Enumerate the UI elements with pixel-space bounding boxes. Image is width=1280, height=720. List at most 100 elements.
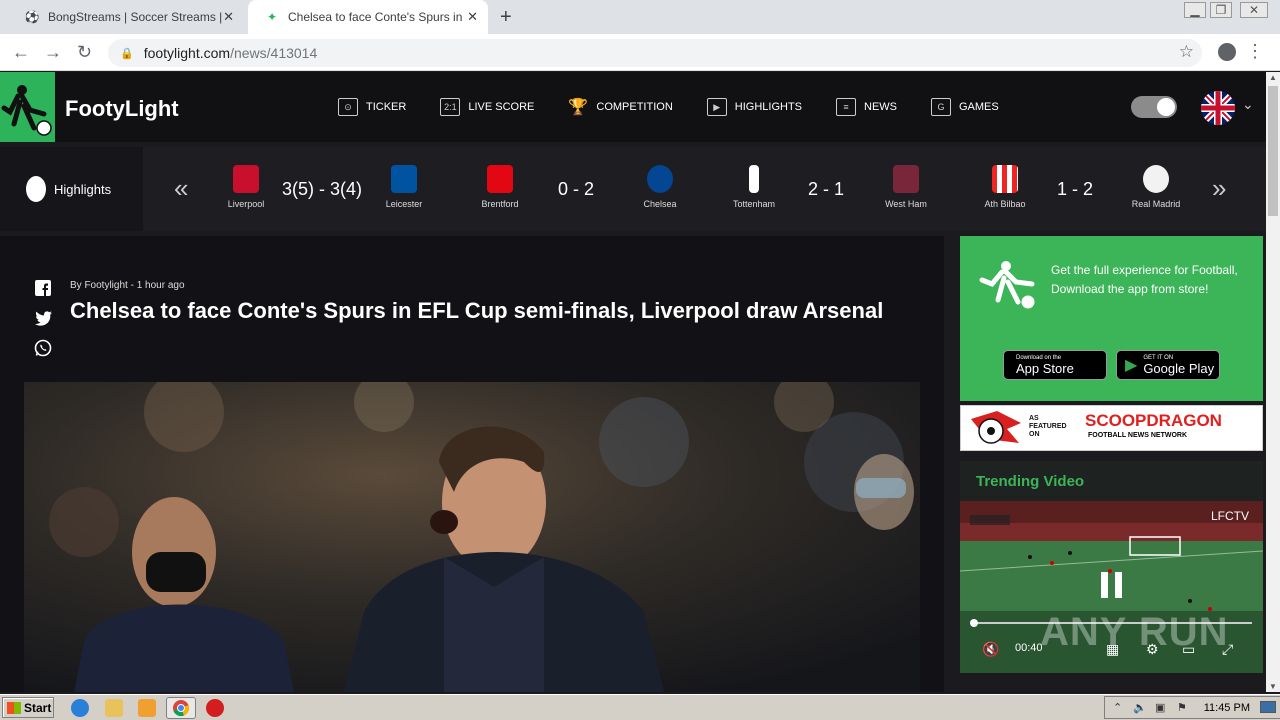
show-desktop-icon[interactable] bbox=[1260, 701, 1276, 713]
match-card[interactable]: Ath Bilbao 1 - 2 Real Madrid bbox=[975, 147, 1195, 231]
pause-icon[interactable] bbox=[1115, 572, 1122, 598]
footylight-logo-icon[interactable] bbox=[0, 72, 55, 142]
minimize-window-icon[interactable]: ▁ bbox=[1184, 2, 1206, 18]
profile-avatar-icon[interactable] bbox=[1218, 43, 1236, 61]
menu-label: GAMES bbox=[959, 101, 999, 113]
team-name: Ath Bilbao bbox=[984, 199, 1026, 209]
site-name[interactable]: FootyLight bbox=[65, 96, 179, 122]
network-icon[interactable]: ▣ bbox=[1155, 701, 1165, 714]
close-window-icon[interactable]: ✕ bbox=[1240, 2, 1268, 18]
app-store-button[interactable]: Download on the App Store bbox=[1003, 350, 1107, 380]
away-team: West Ham bbox=[876, 165, 936, 209]
scrollbar-thumb[interactable] bbox=[1268, 86, 1278, 216]
menu-ticker[interactable]: ⊙ TICKER bbox=[338, 98, 406, 116]
match-score: 2 - 1 bbox=[808, 179, 845, 199]
away-team: Leicester bbox=[374, 165, 434, 209]
as-featured-on-label: AS FEATURED ON bbox=[1029, 415, 1067, 438]
internet-explorer-icon[interactable] bbox=[71, 699, 89, 717]
moon-icon bbox=[1157, 98, 1175, 116]
media-player-icon[interactable] bbox=[138, 699, 156, 717]
bongstreams-favicon-icon: ⚽ bbox=[24, 10, 40, 24]
file-explorer-icon[interactable] bbox=[105, 699, 123, 717]
twitter-share-icon[interactable] bbox=[34, 309, 52, 327]
close-tab-icon[interactable]: ✕ bbox=[223, 9, 234, 25]
scroll-up-icon[interactable]: ▲ bbox=[1269, 73, 1277, 82]
chrome-taskbar-button[interactable] bbox=[166, 697, 196, 719]
uk-flag-icon[interactable] bbox=[1201, 91, 1235, 125]
menu-highlights[interactable]: ▶ HIGHLIGHTS bbox=[706, 98, 802, 116]
system-tray: ⌃ 🔈 ▣ ⚑ 11:45 PM bbox=[1104, 696, 1280, 719]
match-score: 0 - 2 bbox=[558, 179, 595, 199]
match-card[interactable]: Tottenham 2 - 1 West Ham bbox=[724, 147, 944, 231]
seek-handle[interactable] bbox=[970, 619, 978, 627]
facebook-share-icon[interactable] bbox=[34, 279, 52, 297]
browser-menu-icon[interactable]: ⋮ bbox=[1246, 41, 1264, 62]
tab-title: BongStreams | Soccer Streams | NBA bbox=[48, 10, 224, 24]
footballer-icon bbox=[979, 261, 1036, 310]
volume-icon[interactable]: 🔈 bbox=[1133, 701, 1147, 714]
menu-label: HIGHLIGHTS bbox=[734, 101, 802, 113]
start-button[interactable]: Start bbox=[2, 697, 54, 718]
bookmark-star-icon[interactable]: ☆ bbox=[1179, 42, 1194, 62]
new-tab-plus-icon[interactable]: + bbox=[500, 6, 512, 29]
tray-expand-icon[interactable]: ⌃ bbox=[1113, 701, 1122, 714]
forward-arrow-icon[interactable]: → bbox=[44, 42, 62, 63]
ticker-icon: ⊙ bbox=[338, 98, 358, 116]
article-headline: Chelsea to face Conte's Spurs in EFL Cup… bbox=[70, 298, 884, 323]
live-score-icon: 2:1 bbox=[440, 98, 461, 116]
chelsea-crest-icon bbox=[647, 165, 673, 193]
menu-games[interactable]: G GAMES bbox=[931, 98, 999, 116]
mute-icon[interactable]: 🔇 bbox=[982, 641, 999, 658]
menu-competition[interactable]: 🏆 COMPETITION bbox=[568, 98, 672, 116]
team-name: Tottenham bbox=[732, 199, 776, 209]
news-icon: ≡ bbox=[836, 98, 856, 116]
team-name: Leicester bbox=[385, 199, 423, 209]
action-center-flag-icon[interactable]: ⚑ bbox=[1177, 701, 1187, 714]
team-name: Brentford bbox=[481, 199, 519, 209]
reload-icon[interactable]: ↻ bbox=[77, 42, 92, 63]
back-arrow-icon[interactable]: ← bbox=[12, 42, 30, 63]
home-team: Brentford bbox=[470, 165, 530, 209]
anyrun-watermark: ANY RUN bbox=[1040, 610, 1229, 654]
menu-live-score[interactable]: 2:1 LIVE SCORE bbox=[440, 98, 534, 116]
url-omnibox[interactable]: 🔒 footylight.com/news/413014 bbox=[108, 39, 1202, 67]
tottenham-crest-icon bbox=[749, 165, 759, 193]
games-icon: G bbox=[931, 98, 951, 116]
leicester-crest-icon bbox=[391, 165, 417, 193]
windows-taskbar: Start ⌃ 🔈 ▣ ⚑ 11:45 PM bbox=[0, 694, 1280, 720]
page-scrollbar[interactable]: ▲ ▼ bbox=[1266, 72, 1280, 692]
opera-icon[interactable] bbox=[206, 699, 224, 717]
lock-icon: 🔒 bbox=[120, 47, 134, 60]
chrome-icon bbox=[173, 700, 190, 717]
tab-bongstreams[interactable]: ⚽ BongStreams | Soccer Streams | NBA ✕ bbox=[8, 0, 244, 34]
home-team: Liverpool bbox=[216, 165, 276, 209]
clock[interactable]: 11:45 PM bbox=[1204, 702, 1250, 714]
pause-icon[interactable] bbox=[1101, 572, 1108, 598]
scroll-right-arrow-icon[interactable]: » bbox=[1212, 173, 1226, 204]
match-card[interactable]: Liverpool 3(5) - 3(4) Leicester bbox=[216, 147, 436, 231]
restore-window-icon[interactable]: ❐ bbox=[1210, 2, 1232, 18]
lfctv-channel-label: LFCTV bbox=[1210, 509, 1249, 523]
brentford-crest-icon bbox=[487, 165, 513, 193]
tab-chelsea-article[interactable]: ✦ Chelsea to face Conte's Spurs in EFL ✕ bbox=[248, 0, 488, 34]
scroll-down-icon[interactable]: ▼ bbox=[1269, 682, 1277, 691]
away-team: Chelsea bbox=[630, 165, 690, 209]
highlights-label-box[interactable]: Highlights bbox=[0, 147, 143, 231]
highlights-score-bar: Highlights « Liverpool 3(5) - 3(4) Leice… bbox=[0, 147, 1266, 231]
team-name: Chelsea bbox=[643, 199, 677, 209]
main-menu: ⊙ TICKER 2:1 LIVE SCORE 🏆 COMPETITION ▶ … bbox=[338, 72, 1033, 142]
close-tab-icon[interactable]: ✕ bbox=[467, 9, 478, 25]
menu-news[interactable]: ≡ NEWS bbox=[836, 98, 897, 116]
scoopdragon-banner[interactable]: AS FEATURED ON SCOOPDRAGON FOOTBALL NEWS… bbox=[960, 405, 1263, 451]
article-hero-image bbox=[24, 382, 920, 692]
away-team: Real Madrid bbox=[1126, 165, 1186, 209]
scoopdragon-logo-icon bbox=[971, 411, 1021, 444]
scroll-left-arrow-icon[interactable]: « bbox=[174, 173, 188, 204]
whatsapp-share-icon[interactable] bbox=[34, 339, 52, 357]
language-chevron-down-icon[interactable]: ⌄ bbox=[1242, 96, 1254, 113]
match-card[interactable]: Brentford 0 - 2 Chelsea bbox=[470, 147, 690, 231]
article-byline: By Footylight - 1 hour ago bbox=[70, 280, 185, 291]
google-play-button[interactable]: ▶ GET IT ON Google Play bbox=[1116, 350, 1220, 380]
trophy-icon: 🏆 bbox=[568, 99, 589, 116]
dark-mode-toggle[interactable] bbox=[1131, 96, 1177, 118]
